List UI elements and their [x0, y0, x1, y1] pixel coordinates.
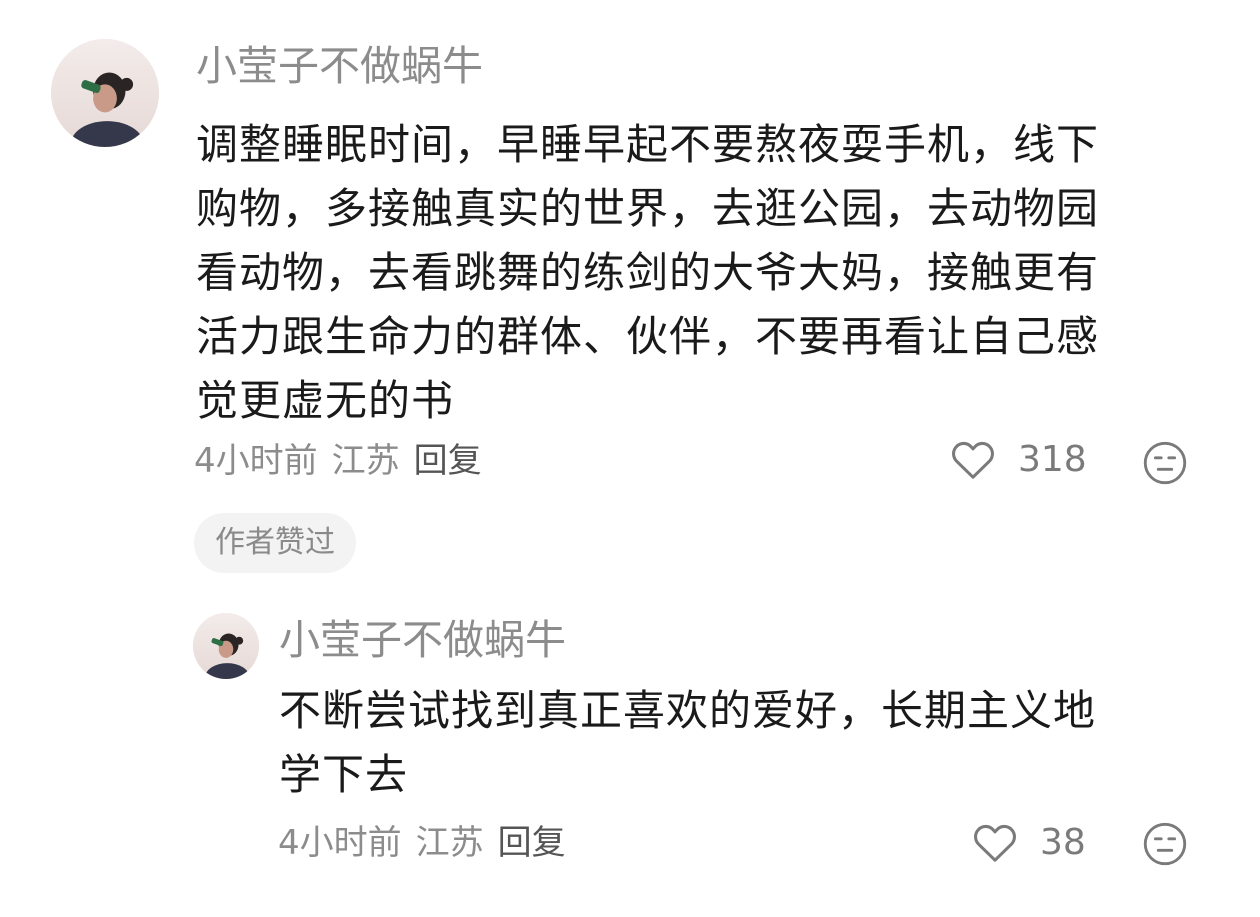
reply-meta: 4小时前 江苏 回复 — [278, 823, 566, 863]
reply-button[interactable]: 回复 — [414, 441, 482, 481]
comment-text-line: 看动物，去看跳舞的练剑的大爷大妈，接触更有 — [196, 248, 1100, 297]
reply-time: 4小时前 — [278, 823, 402, 863]
comment-text-line: 调整睡眠时间，早睡早起不要熬夜耍手机，线下 — [196, 120, 1100, 169]
heart-icon — [974, 824, 1016, 862]
user-avatar-icon — [193, 613, 259, 679]
heart-icon — [952, 441, 994, 479]
reply-text-line: 不断尝试找到真正喜欢的爱好，长期主义地 — [279, 686, 1097, 735]
reply-text: 不断尝试找到真正喜欢的爱好，长期主义地 学下去 — [279, 679, 1096, 807]
like-count: 318 — [1018, 438, 1087, 480]
unamused-face-icon — [1143, 822, 1187, 866]
comment-time: 4小时前 — [194, 441, 318, 481]
comment-meta: 4小时前 江苏 回复 — [194, 441, 482, 481]
reply-avatar[interactable] — [193, 613, 259, 679]
comment-text: 调整睡眠时间，早睡早起不要熬夜耍手机，线下 购物，多接触真实的世界，去逛公园，去… — [196, 113, 1099, 433]
comment-text-line: 购物，多接触真实的世界，去逛公园，去动物园 — [196, 184, 1100, 233]
reply-username[interactable]: 小莹子不做蜗牛 — [279, 615, 566, 665]
comment-text-line: 活力跟生命力的群体、伙伴，不要再看让自己感 — [196, 312, 1100, 361]
comment-text-line: 觉更虚无的书 — [196, 376, 455, 425]
comment-username[interactable]: 小莹子不做蜗牛 — [196, 41, 483, 91]
comment-avatar[interactable] — [51, 39, 159, 147]
like-button[interactable]: 318 — [950, 437, 1087, 481]
author-liked-badge: 作者赞过 — [194, 513, 356, 573]
reply-text-line: 学下去 — [279, 750, 409, 799]
comment-location: 江苏 — [331, 441, 400, 481]
reply-like-count: 38 — [1040, 821, 1086, 863]
unamused-face-icon — [1143, 441, 1187, 485]
dislike-button[interactable] — [1142, 440, 1188, 490]
reply-button[interactable]: 回复 — [498, 823, 566, 863]
user-avatar-icon — [51, 39, 159, 147]
reply-location: 江苏 — [415, 823, 484, 863]
reply-dislike-button[interactable] — [1142, 821, 1188, 871]
reply-like-button[interactable]: 38 — [972, 820, 1086, 864]
